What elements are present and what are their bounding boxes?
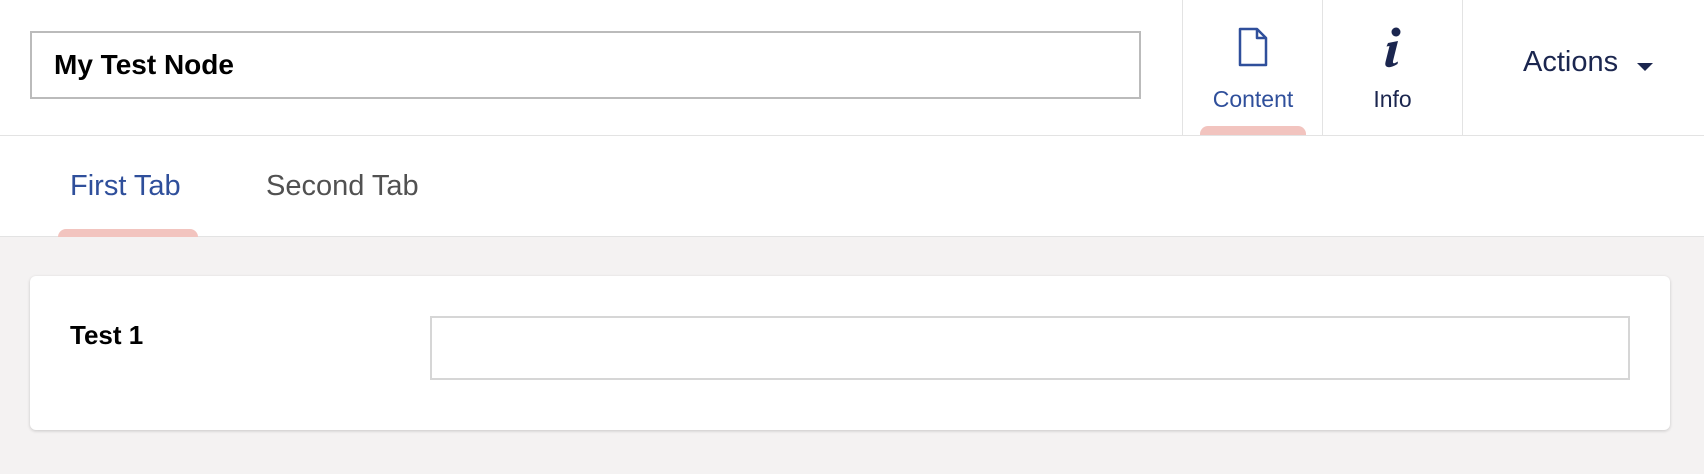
info-icon [1381,27,1405,74]
app-info-label: Info [1373,86,1412,112]
node-name-input[interactable] [30,31,1141,99]
caret-down-icon [1637,63,1653,71]
tab-first[interactable]: First Tab [58,136,198,237]
active-tab-indicator [58,229,198,237]
tab-first-label: First Tab [70,170,181,202]
property-input-test-1[interactable] [430,316,1630,380]
content-tabs: First Tab Second Tab [0,136,1704,237]
editor-header: Content Info Actions [0,0,1704,136]
tab-second[interactable]: Second Tab [252,136,442,236]
active-app-indicator [1200,126,1306,135]
document-icon [1238,27,1268,72]
tab-second-label: Second Tab [266,170,419,202]
property-label: Test 1 [70,320,144,350]
actions-label: Actions [1523,46,1619,78]
app-info[interactable]: Info [1322,0,1462,135]
actions-menu-button[interactable]: Actions [1462,0,1704,135]
app-content-label: Content [1212,86,1294,112]
app-content[interactable]: Content [1182,0,1323,135]
property-panel: Test 1 [30,276,1670,430]
